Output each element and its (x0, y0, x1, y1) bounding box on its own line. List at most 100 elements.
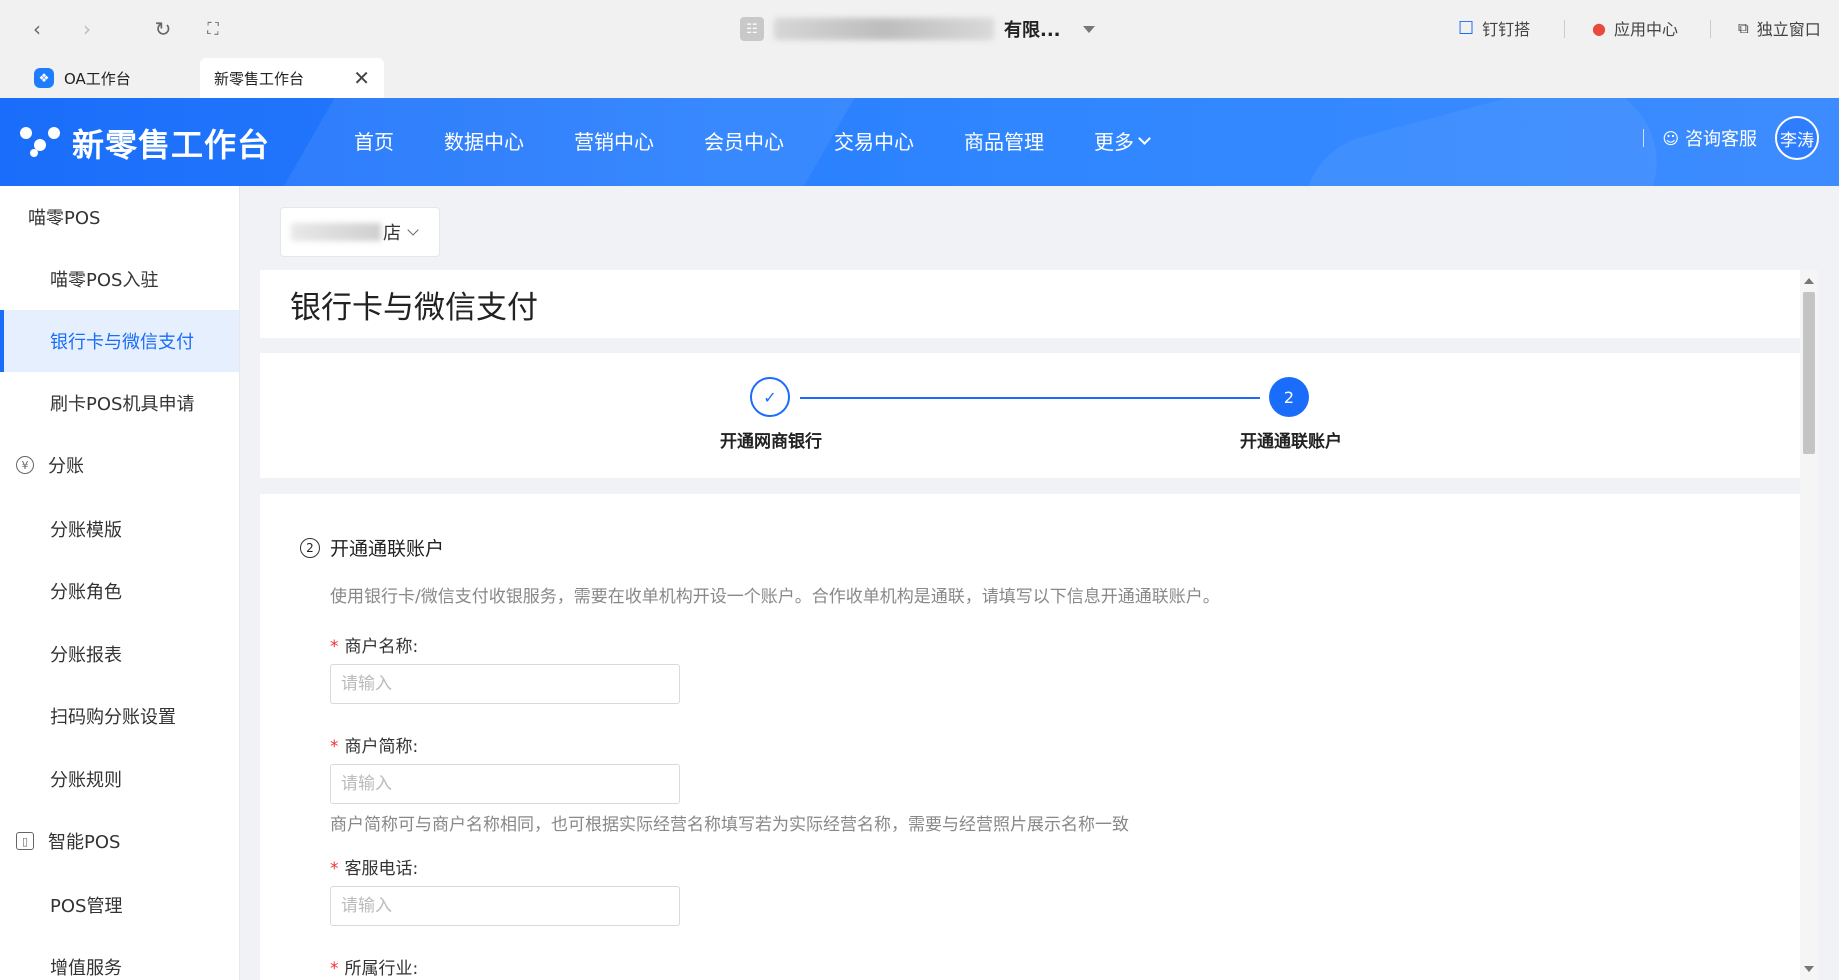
nav-member-center[interactable]: 会员中心 (704, 126, 809, 155)
divider (1643, 129, 1645, 147)
form-card: 2 开通通联账户 使用银行卡/微信支付收银服务，需要在收单机构开设一个账户。合作… (260, 494, 1800, 980)
store-selector[interactable]: 店 (280, 207, 440, 257)
sidebar-item-pos-device-application[interactable]: 刷卡POS机具申请 (0, 372, 239, 434)
app-center-label: 应用中心 (1613, 20, 1678, 39)
nav-marketing-center[interactable]: 营销中心 (574, 126, 679, 155)
header-actions: ☺ 咨询客服 李涛 (1643, 116, 1819, 160)
sidebar-item-scan-buy-split-settings[interactable]: 扫码购分账设置 (0, 685, 239, 747)
tab-new-retail[interactable]: 新零售工作台 ✕ (200, 58, 384, 98)
sidebar-item-label: 智能POS (48, 832, 121, 853)
app-header: 新零售工作台 首页 数据中心 营销中心 会员中心 交易中心 商品管理 更多 ☺ … (0, 98, 1839, 186)
logo-text: 新零售工作台 (72, 126, 271, 164)
chevron-down-icon (1138, 131, 1151, 145)
sidebar-item-label: 分账规则 (50, 770, 122, 791)
required-mark: * (330, 959, 339, 979)
sidebar-item-label: 喵零POS入驻 (50, 270, 159, 291)
sidebar-item-label: 分账 (48, 456, 84, 477)
dingtalk-icon: ☐ (1458, 17, 1475, 39)
sidebar-item-split-template[interactable]: 分账模版 (0, 498, 239, 560)
service-phone-label: * 客服电话: (330, 854, 418, 879)
oa-app-icon: ❖ (34, 68, 54, 88)
nav-trade-center[interactable]: 交易中心 (834, 126, 939, 155)
dingtalk-button[interactable]: ☐ 钉钉搭 (1458, 16, 1530, 40)
divider (1710, 20, 1711, 38)
browser-toolbar: ‹ › ↻ ⛶ ☷ 有限... ☐ 钉钉搭 ● 应用中心 ⧉ 独立窗口 (0, 0, 1839, 58)
sidebar-item-bank-card-wechat-pay[interactable]: 银行卡与微信支付 (0, 310, 239, 372)
sidebar-group-split-account[interactable]: ¥ 分账 (0, 434, 239, 496)
sidebar-item-label: 喵零POS (28, 208, 101, 229)
industry-label-text: 所属行业: (344, 959, 419, 979)
customer-service-label: 咨询客服 (1685, 129, 1757, 150)
address-bar[interactable]: ☷ 有限... (740, 14, 1095, 44)
divider (1564, 20, 1565, 38)
tab-label: 新零售工作台 (214, 69, 305, 88)
external-window-icon: ⧉ (1738, 19, 1749, 37)
sidebar: 喵零POS 喵零POS入驻 银行卡与微信支付 刷卡POS机具申请 ¥ 分账 分账… (0, 186, 240, 980)
required-mark: * (330, 637, 339, 657)
organization-icon: ☷ (740, 17, 764, 41)
app-center-button[interactable]: ● 应用中心 (1592, 16, 1678, 40)
section-number: 2 (300, 537, 320, 558)
browser-tabs: ❖ OA工作台 新零售工作台 ✕ (0, 58, 1839, 98)
merchant-short-name-label: * 商户简称: (330, 732, 418, 757)
step-2-indicator: 2 (1269, 377, 1309, 417)
main-nav: 首页 数据中心 营销中心 会员中心 交易中心 商品管理 更多 (354, 126, 1199, 155)
nav-more[interactable]: 更多 (1094, 126, 1174, 155)
required-mark: * (330, 737, 339, 757)
sidebar-item-label: 银行卡与微信支付 (50, 332, 194, 353)
forward-icon[interactable]: › (74, 16, 100, 42)
tab-oa[interactable]: ❖ OA工作台 (20, 58, 200, 98)
sidebar-item-value-added-services[interactable]: 增值服务 (0, 936, 239, 980)
device-icon: ▯ (16, 832, 34, 850)
step-connector (800, 397, 1260, 399)
scrollbar-thumb[interactable] (1803, 292, 1815, 454)
app-logo[interactable]: 新零售工作台 (20, 120, 270, 166)
nav-more-label: 更多 (1094, 130, 1134, 154)
sidebar-item-label: 扫码购分账设置 (50, 707, 176, 728)
customer-service-button[interactable]: ☺ 咨询客服 (1662, 125, 1757, 151)
sidebar-item-split-role[interactable]: 分账角色 (0, 560, 239, 622)
scroll-up-icon[interactable] (1804, 278, 1814, 284)
tab-label: OA工作台 (64, 69, 131, 88)
sidebar-group-miaoling-pos[interactable]: 喵零POS (0, 186, 239, 248)
avatar[interactable]: 李涛 (1775, 116, 1819, 160)
redacted-store-name (291, 223, 381, 241)
check-icon: ✓ (750, 377, 790, 417)
industry-label: * 所属行业: (330, 954, 418, 979)
browser-chrome: ‹ › ↻ ⛶ ☷ 有限... ☐ 钉钉搭 ● 应用中心 ⧉ 独立窗口 ❖ OA… (0, 0, 1839, 98)
page-title: 银行卡与微信支付 (290, 289, 538, 326)
merchant-short-name-input[interactable] (330, 764, 680, 804)
sidebar-item-label: POS管理 (50, 896, 123, 917)
section-title: 2 开通通联账户 (300, 534, 444, 561)
fullscreen-icon[interactable]: ⛶ (200, 16, 226, 42)
sidebar-group-smart-pos[interactable]: ▯ 智能POS (0, 810, 239, 872)
standalone-window-button[interactable]: ⧉ 独立窗口 (1738, 16, 1821, 40)
sidebar-item-pos-onboarding[interactable]: 喵零POS入驻 (0, 248, 239, 310)
sidebar-item-label: 增值服务 (50, 958, 122, 979)
nav-home[interactable]: 首页 (354, 126, 419, 155)
scroll-down-icon[interactable] (1804, 966, 1814, 972)
steps-card: ✓ 开通网商银行 2 开通通联账户 (260, 353, 1800, 478)
merchant-name-label-text: 商户名称: (344, 637, 419, 657)
content-scrollbar[interactable] (1800, 270, 1818, 980)
nav-data-center[interactable]: 数据中心 (444, 126, 549, 155)
close-icon[interactable]: ✕ (353, 66, 370, 90)
service-phone-input[interactable] (330, 886, 680, 926)
sidebar-item-label: 分账模版 (50, 520, 122, 541)
back-icon[interactable]: ‹ (24, 16, 50, 42)
merchant-short-name-hint: 商户简称可与商户名称相同，也可根据实际经营名称填写若为实际经营名称，需要与经营照… (330, 815, 1129, 835)
refresh-icon[interactable]: ↻ (150, 16, 176, 42)
caret-down-icon[interactable] (1082, 25, 1095, 33)
sidebar-item-split-report[interactable]: 分账报表 (0, 623, 239, 685)
sidebar-item-label: 分账报表 (50, 645, 122, 666)
sidebar-item-label: 刷卡POS机具申请 (50, 394, 195, 415)
step-1-label: 开通网商银行 (720, 432, 822, 452)
required-mark: * (330, 859, 339, 879)
sidebar-item-pos-management[interactable]: POS管理 (0, 874, 239, 936)
step-2-label: 开通通联账户 (1240, 432, 1342, 452)
sidebar-item-split-rules[interactable]: 分账规则 (0, 748, 239, 810)
yen-icon: ¥ (16, 456, 34, 474)
merchant-short-name-label-text: 商户简称: (344, 737, 419, 757)
merchant-name-input[interactable] (330, 664, 680, 704)
nav-product-management[interactable]: 商品管理 (964, 126, 1069, 155)
